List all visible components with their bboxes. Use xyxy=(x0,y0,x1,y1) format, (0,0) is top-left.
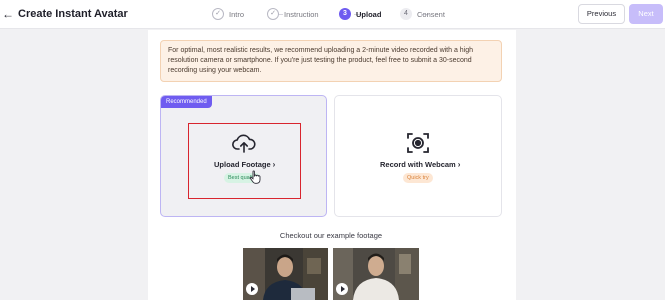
step-number: 4 xyxy=(400,8,412,20)
recommended-badge: Recommended xyxy=(161,96,212,108)
step-label: Intro xyxy=(229,9,245,19)
page-title: Create Instant Avatar xyxy=(18,8,128,20)
check-icon: ✓ xyxy=(267,8,279,20)
step-consent[interactable]: 4 Consent xyxy=(400,6,445,22)
top-bar: ← Create Instant Avatar ✓ Intro ✓ Instru… xyxy=(0,0,665,29)
record-webcam-title[interactable]: Record with Webcam › xyxy=(380,160,460,169)
step-number: 3 xyxy=(339,8,351,20)
arrow-left-icon: ← xyxy=(2,7,14,21)
step-instruction[interactable]: ✓ Instruction xyxy=(267,6,319,22)
next-button[interactable]: Next xyxy=(629,4,663,24)
chevron-right-icon: › xyxy=(457,160,461,169)
example-video-thumbnail[interactable] xyxy=(243,248,328,300)
examples-heading: Checkout our example footage xyxy=(279,231,383,240)
recommendation-notice: For optimal, most realistic results, we … xyxy=(160,40,502,82)
record-webcam-card[interactable] xyxy=(334,95,502,217)
check-icon: ✓ xyxy=(212,8,224,20)
step-upload[interactable]: 3 Upload xyxy=(339,6,381,22)
quick-try-tag: Quick try xyxy=(403,173,433,183)
highlight-box xyxy=(188,123,301,199)
back-button[interactable]: ← xyxy=(2,7,14,21)
play-icon[interactable] xyxy=(246,283,258,295)
previous-button[interactable]: Previous xyxy=(578,4,625,24)
example-video-thumbnail[interactable] xyxy=(333,248,419,300)
step-label: Instruction xyxy=(284,9,319,19)
webcam-record-icon xyxy=(406,132,430,154)
step-intro[interactable]: ✓ Intro xyxy=(212,6,244,22)
step-label: Consent xyxy=(417,9,445,19)
hand-cursor-icon xyxy=(249,170,261,184)
play-icon[interactable] xyxy=(336,283,348,295)
step-label: Upload xyxy=(356,9,382,19)
